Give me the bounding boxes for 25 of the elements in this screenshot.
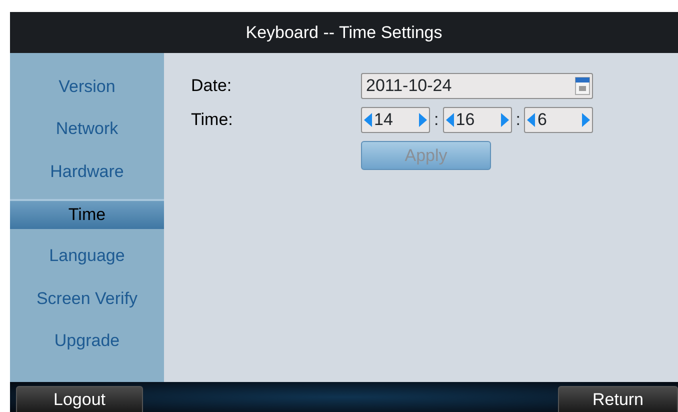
sidebar-item[interactable]: Language [10,234,164,277]
calendar-icon[interactable] [575,77,590,95]
separator: : [433,109,440,132]
sidebar-item[interactable]: Upgrade [10,320,164,362]
spin-field[interactable]: 14 [361,107,430,133]
date-field[interactable]: 2011-10-24 [361,73,593,99]
sidebar-item[interactable]: Network [10,108,164,150]
left-arrow-icon[interactable] [364,113,372,127]
return-button[interactable]: Return [558,386,678,412]
right-arrow-icon[interactable] [582,113,590,127]
spin-field[interactable]: 6 [524,107,594,133]
right-arrow-icon[interactable] [500,113,509,127]
separator: : [514,109,522,132]
sidebar-item[interactable]: Time [10,198,164,228]
logout-button[interactable]: Logout [16,386,143,412]
field-label: Time: [191,109,234,132]
right-arrow-icon[interactable] [419,113,427,127]
sidebar-item[interactable]: Hardware [10,150,164,192]
field-label: Date: [191,75,233,98]
sidebar-item[interactable]: Screen Verify [10,277,164,320]
window-title: Keyboard -- Time Settings [10,12,678,53]
sidebar-item[interactable]: Version [10,65,164,108]
left-arrow-icon[interactable] [446,113,454,127]
left-arrow-icon[interactable] [527,113,536,127]
spin-field[interactable]: 16 [442,107,512,133]
